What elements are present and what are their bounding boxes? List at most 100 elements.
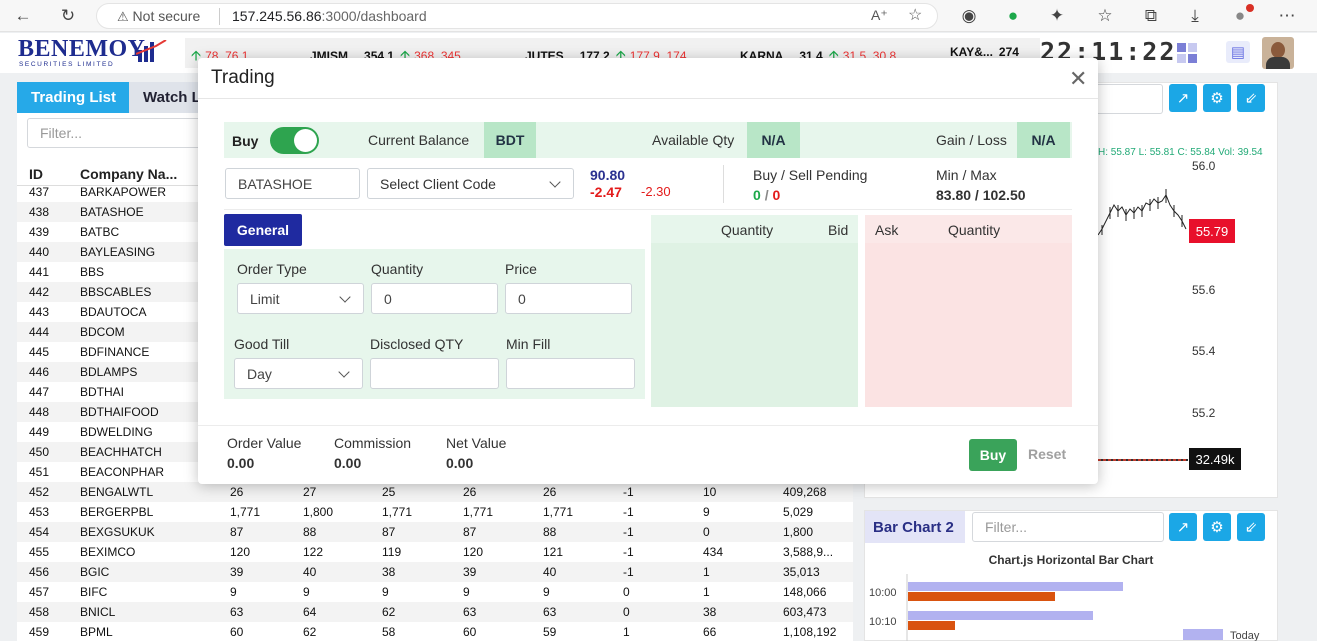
- tab-general[interactable]: General: [224, 214, 302, 246]
- cell-id: 440: [29, 245, 50, 259]
- cell-value: 59: [543, 625, 557, 639]
- cell-value: -1: [623, 525, 634, 539]
- cell-company: BENGALWTL: [80, 485, 154, 499]
- disclosed-qty-label: Disclosed QTY: [370, 336, 464, 352]
- cell-company: BEXIMCO: [80, 545, 136, 559]
- ticker-item[interactable]: KAY&... 274: [950, 45, 1025, 59]
- minimize-arrows-icon[interactable]: ⇙: [1237, 513, 1265, 541]
- company-logo[interactable]: BENEMOY SECURITIES LIMITED: [18, 36, 178, 70]
- reset-button[interactable]: Reset: [1028, 446, 1066, 462]
- column-header-id[interactable]: ID: [29, 166, 43, 182]
- favorite-star-icon[interactable]: ☆: [908, 5, 922, 25]
- vertical-divider: [723, 165, 724, 203]
- table-row[interactable]: 453 BERGERPBL 1,771 1,800 1,771 1,771 1,771 -1 9…: [17, 502, 853, 522]
- cell-value: 1,800: [783, 525, 814, 539]
- cell-id: 455: [29, 545, 50, 559]
- open-external-icon[interactable]: ↗: [1169, 84, 1197, 112]
- trading-list-filter-input[interactable]: Filter...: [27, 118, 203, 148]
- downloads-icon[interactable]: ⤓: [1184, 5, 1206, 27]
- cell-id: 459: [29, 625, 50, 639]
- cell-company: BIFC: [80, 585, 108, 599]
- bar-today: [908, 611, 1093, 620]
- price-change-percent: -2.30: [641, 184, 671, 199]
- open-external-icon[interactable]: ↗: [1169, 513, 1197, 541]
- table-row[interactable]: 456 BGIC 39 40 38 39 40 -1 1 35,013: [17, 562, 853, 582]
- cell-value: 121: [543, 545, 564, 559]
- cell-value: -1: [623, 505, 634, 519]
- cell-company: BAYLEASING: [80, 245, 156, 259]
- cell-company: BDTHAIFOOD: [80, 405, 159, 419]
- browser-menu-icon[interactable]: ⋯: [1276, 5, 1298, 27]
- cell-value: 25: [382, 485, 396, 499]
- address-bar[interactable]: ⚠ Not secure 157.245.56.86:3000/dashboar…: [96, 3, 938, 29]
- legend-swatch: [1183, 629, 1223, 640]
- favorites-icon[interactable]: ☆: [1094, 5, 1116, 27]
- table-row[interactable]: 454 BEXGSUKUK 87 88 87 87 88 -1 0 1,800: [17, 522, 853, 542]
- not-secure-indicator[interactable]: ⚠ Not secure: [117, 8, 200, 25]
- price-input[interactable]: 0: [505, 283, 632, 314]
- y-axis-label: 55.4: [1192, 344, 1216, 358]
- bar-chart-title: Bar Chart 2: [865, 511, 965, 543]
- cell-company: BDLAMPS: [80, 365, 138, 379]
- cell-value: 10: [703, 485, 717, 499]
- cell-value: 40: [303, 565, 317, 579]
- chat-icon[interactable]: ▤: [1226, 41, 1250, 63]
- user-avatar[interactable]: [1262, 37, 1294, 69]
- cell-value: 0: [623, 585, 630, 599]
- cell-value: 9: [463, 585, 470, 599]
- extension-shield-icon[interactable]: ◉: [958, 5, 980, 27]
- table-row[interactable]: 455 BEXIMCO 120 122 119 120 121 -1 434 3,588,9...: [17, 542, 853, 562]
- buy-sell-label: Buy: [232, 133, 259, 149]
- settings-gear-icon[interactable]: ⚙: [1203, 84, 1231, 112]
- bar-series-2: [908, 621, 955, 630]
- back-icon[interactable]: ←: [12, 5, 34, 27]
- cell-id: 446: [29, 365, 50, 379]
- extensions-puzzle-icon[interactable]: ✦: [1046, 5, 1068, 27]
- cell-value: 26: [230, 485, 244, 499]
- buy-sell-toggle[interactable]: [270, 127, 319, 154]
- net-value: 0.00: [446, 455, 474, 471]
- collections-icon[interactable]: ⧉: [1140, 5, 1162, 27]
- reload-icon[interactable]: ↻: [57, 5, 79, 27]
- chart-title: Chart.js Horizontal Bar Chart: [988, 553, 1154, 567]
- cell-company: BDTHAI: [80, 385, 125, 399]
- cell-value: 66: [703, 625, 717, 639]
- bar-chart-filter-input[interactable]: Filter...: [972, 512, 1164, 542]
- cell-id: 458: [29, 605, 50, 619]
- pending-label: Buy / Sell Pending: [753, 167, 868, 183]
- footer-divider: [198, 425, 1098, 426]
- table-row[interactable]: 459 BPML 60 62 58 60 59 1 66 1,108,192: [17, 622, 853, 641]
- table-row[interactable]: 458 BNICL 63 64 62 63 63 0 38 603,473: [17, 602, 853, 622]
- table-row[interactable]: 452 BENGALWTL 26 27 25 26 26 -1 10 409,268: [17, 482, 853, 502]
- price-label: Price: [505, 261, 537, 277]
- volume-tag: 32.49k: [1189, 448, 1241, 470]
- settings-gear-icon[interactable]: ⚙: [1203, 513, 1231, 541]
- quantity-input[interactable]: 0: [371, 283, 498, 314]
- cell-company: BARKAPOWER: [80, 185, 167, 199]
- cell-company: BERGERPBL: [80, 505, 154, 519]
- modal-title: Trading: [211, 67, 275, 88]
- table-row[interactable]: 457 BIFC 9 9 9 9 9 0 1 148,066: [17, 582, 853, 602]
- chart-symbol-input[interactable]: [1098, 84, 1163, 114]
- apps-grid-icon[interactable]: [1177, 43, 1197, 63]
- disclosed-qty-input[interactable]: [370, 358, 499, 389]
- modal-divider: [198, 98, 1098, 99]
- column-header-company[interactable]: Company Na...: [80, 166, 177, 182]
- close-icon[interactable]: ✕: [1069, 66, 1087, 92]
- min-fill-input[interactable]: [506, 358, 635, 389]
- symbol-input[interactable]: BATASHOE: [225, 168, 360, 199]
- good-till-select[interactable]: Day: [234, 358, 363, 389]
- cell-value: 87: [382, 525, 396, 539]
- order-type-select[interactable]: Limit: [237, 283, 364, 314]
- buy-button[interactable]: Buy: [969, 439, 1017, 471]
- cell-value: 35,013: [783, 565, 820, 579]
- cell-company: BBS: [80, 265, 105, 279]
- minimize-arrows-icon[interactable]: ⇙: [1237, 84, 1265, 112]
- cell-value: 64: [303, 605, 317, 619]
- tab-trading-list[interactable]: Trading List: [17, 82, 131, 113]
- extension-a-icon[interactable]: ●: [1002, 5, 1024, 27]
- read-aloud-icon[interactable]: A⁺: [871, 7, 888, 24]
- cell-value: 58: [382, 625, 396, 639]
- client-code-select[interactable]: Select Client Code: [367, 168, 574, 199]
- gain-loss-value: N/A: [1017, 122, 1070, 158]
